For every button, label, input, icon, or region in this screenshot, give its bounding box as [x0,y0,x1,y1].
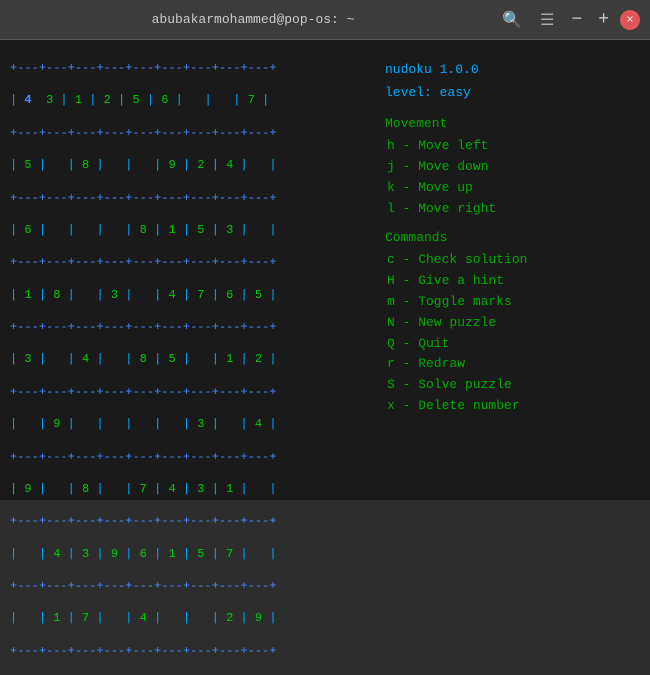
grid-row: | | 4 | 3 | 9 | 6 | 1 | 5 | 7 | | [10,546,365,562]
grid-separator: +---+---+---+---+---+---+---+---+---+ [10,449,365,465]
info-panel: nudoku 1.0.0 level: easy Movement h - Mo… [375,55,640,490]
movement-header: Movement [385,114,640,135]
grid-row: | 4 3 | 1 | 2 | 5 | 6 | | | 7 | [10,92,365,108]
titlebar: abubakarmohammed@pop-os: ~ 🔍 ☰ − + × [0,0,650,40]
search-icon[interactable]: 🔍 [496,8,528,32]
grid-row: | 6 | | | | 8 | 1 | 5 | 3 | | [10,222,365,238]
grid-separator: +---+---+---+---+---+---+---+---+---+ [10,254,365,270]
check-solution: c - Check solution [385,250,640,271]
quit: Q - Quit [385,334,640,355]
grid-separator: +---+---+---+---+---+---+---+---+---+ [10,643,365,659]
commands-header: Commands [385,228,640,249]
grid-row: | | 9 | | | | | 3 | | 4 | [10,416,365,432]
grid-separator: +---+---+---+---+---+---+---+---+---+ [10,190,365,206]
move-right: l - Move right [385,199,640,220]
grid-row: | | 1 | 7 | | 4 | | | 2 | 9 | [10,610,365,626]
give-hint: H - Give a hint [385,271,640,292]
app-title: nudoku 1.0.0 [385,60,640,81]
toggle-marks: m - Toggle marks [385,292,640,313]
redraw: r - Redraw [385,354,640,375]
solve-puzzle: S - Solve puzzle [385,375,640,396]
window-controls[interactable]: 🔍 ☰ − + × [496,8,640,32]
grid-separator: +---+---+---+---+---+---+---+---+---+ [10,513,365,529]
move-down: j - Move down [385,157,640,178]
grid-separator: +---+---+---+---+---+---+---+---+---+ [10,60,365,76]
window-title: abubakarmohammed@pop-os: ~ [10,12,496,27]
move-left: h - Move left [385,136,640,157]
grid-separator: +---+---+---+---+---+---+---+---+---+ [10,125,365,141]
grid-row: | 9 | | 8 | | 7 | 4 | 3 | 1 | | [10,481,365,497]
grid-row: | 5 | | 8 | | | 9 | 2 | 4 | | [10,157,365,173]
new-puzzle: N - New puzzle [385,313,640,334]
close-button[interactable]: × [620,10,640,30]
main-content: +---+---+---+---+---+---+---+---+---+ | … [0,40,650,500]
grid-separator: +---+---+---+---+---+---+---+---+---+ [10,578,365,594]
move-up: k - Move up [385,178,640,199]
grid-separator: +---+---+---+---+---+---+---+---+---+ [10,384,365,400]
menu-icon[interactable]: ☰ [534,8,560,32]
maximize-button[interactable]: + [593,10,614,30]
delete-number: x - Delete number [385,396,640,417]
minimize-button[interactable]: − [566,10,587,30]
grid-row: | 3 | | 4 | | 8 | 5 | | 1 | 2 | [10,351,365,367]
grid-separator: +---+---+---+---+---+---+---+---+---+ [10,319,365,335]
sudoku-grid[interactable]: +---+---+---+---+---+---+---+---+---+ | … [10,55,365,490]
app-level: level: easy [385,83,640,104]
grid-row: | 1 | 8 | | 3 | | 4 | 7 | 6 | 5 | [10,287,365,303]
